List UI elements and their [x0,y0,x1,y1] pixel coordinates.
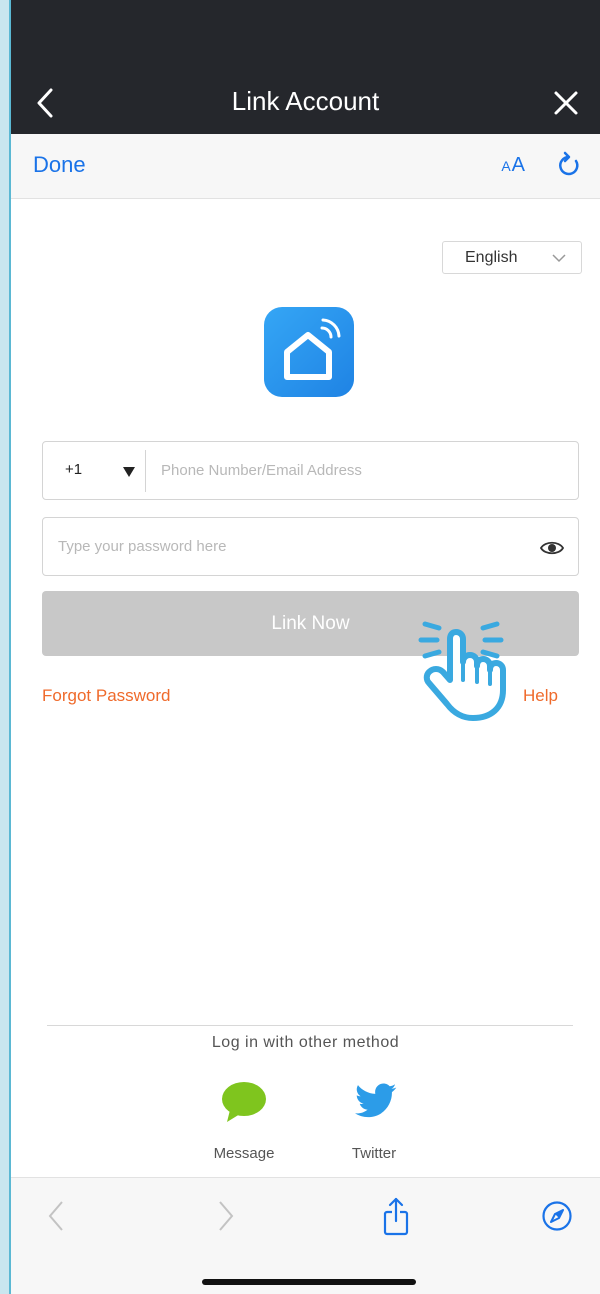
password-placeholder: Type your password here [58,538,227,555]
reload-icon[interactable] [556,150,582,180]
close-icon [554,91,578,115]
message-login-label[interactable]: Message [204,1145,284,1162]
twitter-login-label[interactable]: Twitter [334,1145,414,1162]
tap-hand-icon [418,621,506,721]
forgot-password-link[interactable]: Forgot Password [42,686,171,706]
text-size-small-a: A [501,158,512,174]
password-field[interactable]: Type your password here [42,517,579,576]
screen: Link Account Done AA English +1 Phone Nu… [11,0,600,1294]
browser-bottom-bar [11,1177,600,1294]
divider-line [47,1025,573,1026]
help-link[interactable]: Help [523,686,558,706]
field-divider [145,450,146,492]
home-indicator [202,1279,416,1285]
message-bubble-icon[interactable] [220,1080,268,1124]
page-title: Link Account [231,86,380,116]
nav-back-icon[interactable] [44,1198,68,1234]
nav-forward-icon[interactable] [214,1198,238,1234]
language-select[interactable]: English [442,241,582,274]
compass-icon[interactable] [541,1200,573,1232]
country-code[interactable]: +1 [65,461,82,478]
smart-home-icon [284,318,341,380]
twitter-bird-icon[interactable] [355,1082,397,1120]
top-navigation-bar: Link Account [11,0,600,134]
chevron-down-icon [552,254,566,263]
close-button[interactable] [550,85,582,121]
text-size-big-a: A [511,154,526,176]
text-size-button[interactable]: AA [501,154,526,177]
share-icon[interactable] [381,1196,411,1236]
other-login-heading: Log in with other method [211,1034,400,1051]
done-button[interactable]: Done [33,152,86,178]
language-select-value: English [465,249,518,266]
eye-icon[interactable] [540,537,564,559]
caret-down-icon[interactable] [123,467,135,477]
phone-email-placeholder: Phone Number/Email Address [161,462,362,479]
browser-toolbar: Done AA [11,134,600,199]
app-logo [264,307,354,397]
phone-email-field[interactable]: +1 Phone Number/Email Address [42,441,579,500]
